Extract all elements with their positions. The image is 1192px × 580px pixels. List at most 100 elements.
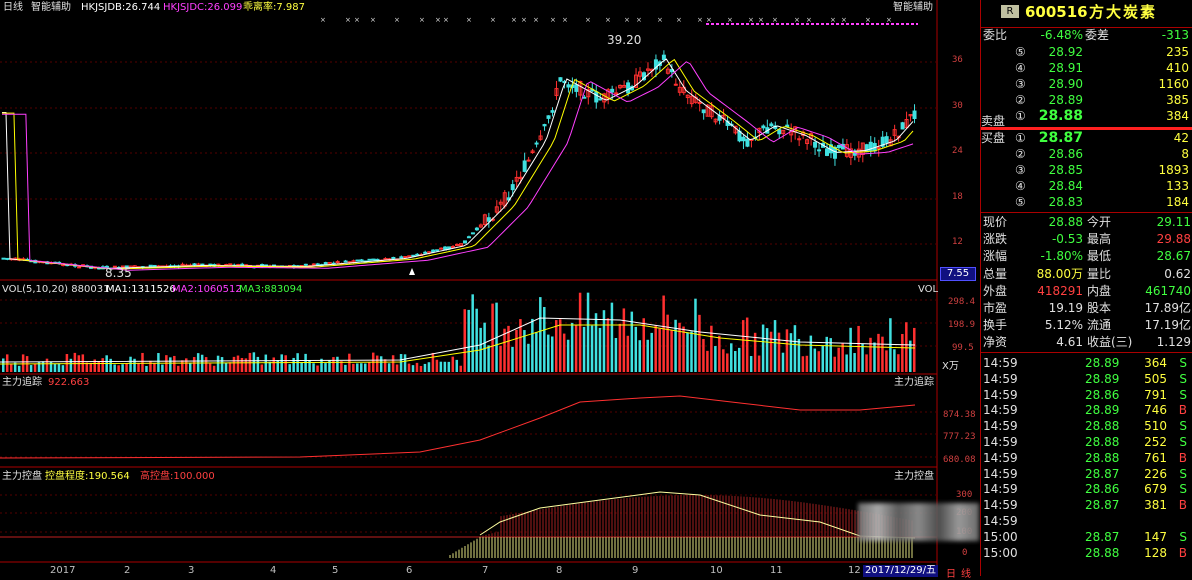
volume-bar xyxy=(459,365,462,372)
tick-row: 15:00 28.87 147 S xyxy=(981,529,1192,545)
kline-chart-area[interactable]: × × × × × × × × × × × × × × × × × × × × × × × × × × × × × × × × × 日线 智能辅… xyxy=(0,0,979,580)
buy-row[interactable]: ⑤ 28.83 184 xyxy=(981,194,1192,210)
stat-value: 17.19亿 xyxy=(1144,318,1191,333)
sell-level: ② xyxy=(1015,93,1026,107)
stat-value: 0.62 xyxy=(1164,266,1191,281)
volume-bar xyxy=(527,343,530,372)
volume-bar xyxy=(45,358,49,372)
volume-bar xyxy=(387,363,391,372)
volume-bar xyxy=(499,345,502,372)
ma-line-1 xyxy=(2,58,914,269)
tab-line[interactable]: 线 xyxy=(961,565,971,580)
stat-value: 29.11 xyxy=(1156,215,1191,229)
volume-bar xyxy=(618,323,622,372)
stat-row: 净资 4.61 收益(三) 1.129 xyxy=(981,334,1192,350)
buy-row[interactable]: ③ 28.85 1893 xyxy=(981,162,1192,178)
volume-bar xyxy=(531,318,534,372)
candle-body xyxy=(1,257,6,260)
buy-level: ① xyxy=(1015,131,1026,145)
signal-mark: × xyxy=(676,16,682,24)
sell-row[interactable]: ① 28.88 384 xyxy=(981,108,1192,124)
month-label: 7 xyxy=(482,565,489,576)
tick-price: 28.87 xyxy=(1085,529,1120,544)
buy-row[interactable]: ② 28.86 8 xyxy=(981,146,1192,162)
volume-bar xyxy=(654,325,657,372)
volume-bar xyxy=(288,364,291,372)
buy-price: 28.83 xyxy=(1048,195,1083,209)
volume-bar xyxy=(368,362,371,372)
volume-bar xyxy=(399,354,403,372)
candle-body xyxy=(323,262,328,265)
volume-bar xyxy=(662,295,665,372)
vol-unit: X万 xyxy=(942,361,959,372)
candle-body xyxy=(462,240,467,244)
buy-row[interactable]: ④ 28.84 133 xyxy=(981,178,1192,194)
volume-bar xyxy=(137,363,140,372)
volume-bar xyxy=(113,364,116,372)
volume-bar xyxy=(889,318,892,372)
candle-body xyxy=(343,260,348,263)
volume-bar xyxy=(439,361,443,372)
sell-row[interactable]: ④ 28.91 410 xyxy=(981,60,1192,76)
vol-axis-1: 298.4 xyxy=(948,297,976,307)
candle-body xyxy=(435,249,440,252)
volume-bar xyxy=(777,332,781,372)
candle-body xyxy=(311,263,316,266)
stat-label: 收益(三) xyxy=(1087,335,1133,350)
stat-value: 5.12% xyxy=(1044,318,1083,333)
badge-r[interactable]: R xyxy=(1001,5,1019,18)
volume-bar xyxy=(539,297,542,372)
signal-mark: × xyxy=(550,16,556,24)
month-label: 10 xyxy=(710,565,723,576)
cursor-date: 2017/12/29/五 xyxy=(863,565,939,577)
candle-body xyxy=(769,123,774,127)
candle-body xyxy=(466,236,471,239)
candle-body xyxy=(200,263,205,266)
volume-bar xyxy=(626,335,630,372)
buy-arrow-icon xyxy=(409,268,415,275)
period-label[interactable]: 日线 xyxy=(3,2,23,14)
tick-price: 28.89 xyxy=(1085,403,1120,418)
tick-side: S xyxy=(1179,482,1187,497)
tick-row: 14:59 28.88 252 S xyxy=(981,434,1192,450)
tick-volume: 381 xyxy=(1144,498,1167,513)
volume-bar xyxy=(5,354,9,372)
buy-volume: 8 xyxy=(1181,147,1189,161)
candle-body xyxy=(701,109,706,114)
volume-bar xyxy=(208,363,212,372)
stat-label: 涨幅 xyxy=(983,249,1008,264)
tick-volume: 505 xyxy=(1144,371,1167,386)
sell-level: ⑤ xyxy=(1015,45,1026,59)
buy-price: 28.84 xyxy=(1048,179,1083,193)
stat-value: 17.89亿 xyxy=(1144,301,1191,315)
volume-bar xyxy=(228,362,232,372)
volume-bar xyxy=(411,365,415,372)
candle-body xyxy=(673,83,678,86)
buy-row[interactable]: ① 28.87 42 xyxy=(981,130,1192,146)
stat-row: 换手 5.12% 流通 17.19亿 xyxy=(981,317,1192,333)
tick-time: 14:59 xyxy=(983,482,1018,497)
tab-day[interactable]: 日 xyxy=(946,565,956,580)
buy-level: ④ xyxy=(1015,179,1026,193)
tick-row: 14:59 28.88 761 B xyxy=(981,450,1192,466)
month-label: 5 xyxy=(332,565,339,576)
sell-row[interactable]: ⑤ 28.92 235 xyxy=(981,44,1192,60)
volume-bar xyxy=(312,363,315,372)
volume-bar xyxy=(65,354,69,372)
sell-row[interactable]: ② 28.89 385 xyxy=(981,92,1192,108)
candle-body xyxy=(383,258,388,261)
volume-bar xyxy=(435,359,439,372)
volume-bar xyxy=(562,333,566,372)
volume-bar xyxy=(543,307,546,372)
weibi-label: 委比 xyxy=(983,28,1008,42)
assist-right-label: 智能辅助 xyxy=(893,2,933,13)
tick-price: 28.87 xyxy=(1085,466,1120,481)
signal-mark: × xyxy=(345,16,351,24)
volume-bar xyxy=(845,354,848,372)
control-outline xyxy=(479,491,916,539)
ma-line-2 xyxy=(2,58,914,270)
stat-value: -1.80% xyxy=(1040,249,1083,264)
candle-body xyxy=(813,141,818,148)
volume-bar xyxy=(2,358,5,372)
sell-row[interactable]: ③ 28.90 1160 xyxy=(981,76,1192,92)
